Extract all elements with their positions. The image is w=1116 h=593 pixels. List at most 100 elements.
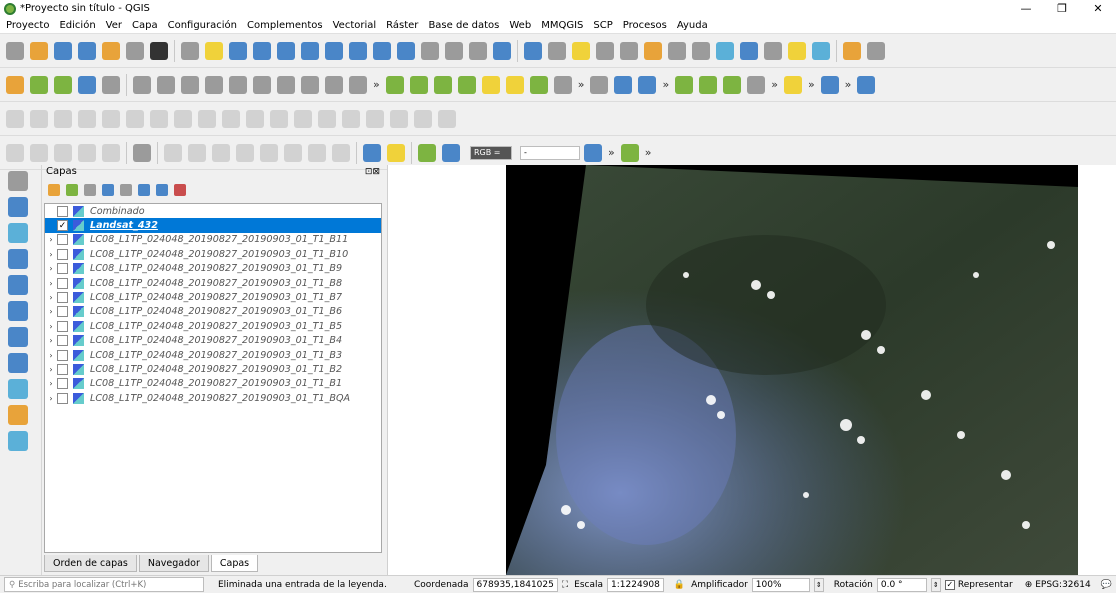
new-virtual-layer-icon[interactable] bbox=[102, 75, 120, 94]
layer-row[interactable]: Combinado bbox=[45, 204, 381, 218]
move-feature-icon[interactable] bbox=[54, 109, 72, 128]
toggle-editing-icon[interactable] bbox=[133, 75, 151, 94]
lock-scale-icon[interactable]: 🔒 bbox=[674, 580, 685, 590]
undo-icon[interactable] bbox=[349, 75, 367, 94]
mesh-merge-icon[interactable] bbox=[284, 143, 302, 162]
zoom-layer-icon[interactable] bbox=[349, 41, 367, 60]
filter-by-expression-icon[interactable] bbox=[120, 184, 132, 196]
save-project-icon[interactable] bbox=[54, 41, 72, 60]
minimize-button[interactable]: — bbox=[1008, 0, 1044, 17]
add-wcs-icon[interactable] bbox=[8, 327, 28, 347]
layer-row[interactable]: › LC08_L1TP_024048_20190827_20190903_01_T… bbox=[45, 262, 381, 276]
mesh-add-icon[interactable] bbox=[212, 143, 230, 162]
rotate-label-icon[interactable] bbox=[481, 75, 500, 94]
bookmark-icon[interactable] bbox=[469, 41, 487, 60]
map-tips-icon[interactable] bbox=[788, 41, 806, 60]
data-source-manager-icon[interactable] bbox=[6, 75, 24, 94]
layer-visibility-checkbox[interactable] bbox=[57, 349, 68, 361]
crs-label[interactable]: EPSG:32614 bbox=[1035, 580, 1090, 590]
vertex-tool-icon[interactable] bbox=[205, 75, 223, 94]
layer-visibility-checkbox[interactable] bbox=[57, 392, 68, 404]
shape-polygon-icon[interactable] bbox=[102, 143, 120, 162]
messages-icon[interactable]: 💬 bbox=[1101, 580, 1112, 590]
delete-part-icon[interactable] bbox=[222, 109, 240, 128]
menu-procesos[interactable]: Procesos bbox=[623, 20, 667, 31]
menu-complementos[interactable]: Complementos bbox=[247, 20, 323, 31]
more-chevron-icon[interactable]: » bbox=[808, 78, 815, 91]
cut-features-icon[interactable] bbox=[277, 75, 295, 94]
layer-row[interactable]: › LC08_L1TP_024048_20190827_20190903_01_T… bbox=[45, 290, 381, 304]
expand-arrow-icon[interactable]: › bbox=[45, 322, 57, 331]
layer-visibility-checkbox[interactable] bbox=[57, 234, 68, 246]
mesh-split-icon[interactable] bbox=[260, 143, 278, 162]
pin-labels-icon[interactable] bbox=[409, 75, 428, 94]
shape-circle-icon[interactable] bbox=[30, 143, 48, 162]
add-virtual-layer-icon[interactable] bbox=[8, 379, 28, 399]
save-edits-icon[interactable] bbox=[157, 75, 175, 94]
layout-manager-icon[interactable] bbox=[102, 41, 120, 60]
rotation-field[interactable]: 0.0 ° bbox=[876, 577, 927, 592]
mesh-delete-icon[interactable] bbox=[236, 143, 254, 162]
modify-attributes-icon[interactable] bbox=[229, 75, 247, 94]
expand-arrow-icon[interactable]: › bbox=[45, 279, 57, 288]
menu-ayuda[interactable]: Ayuda bbox=[677, 20, 708, 31]
add-part-icon[interactable] bbox=[150, 109, 168, 128]
add-mesh-icon[interactable] bbox=[8, 275, 28, 295]
band-set-combo[interactable]: RGB = bbox=[470, 145, 512, 160]
toggle-extents-icon[interactable]: ⛶ bbox=[562, 580, 568, 590]
zoom-native-icon[interactable] bbox=[277, 41, 295, 60]
style-manager-icon[interactable] bbox=[150, 41, 168, 60]
more-chevron-icon[interactable]: » bbox=[845, 78, 852, 91]
change-label-icon[interactable] bbox=[505, 75, 524, 94]
warning-icon[interactable] bbox=[783, 75, 802, 94]
menu-ver[interactable]: Ver bbox=[106, 20, 122, 31]
open-project-icon[interactable] bbox=[30, 41, 48, 60]
more-chevron-icon[interactable]: » bbox=[771, 78, 778, 91]
advanced-digitizing-icon[interactable] bbox=[6, 109, 24, 128]
expand-arrow-icon[interactable]: › bbox=[45, 336, 57, 345]
more-chevron-icon[interactable]: » bbox=[662, 78, 669, 91]
add-spatialite-icon[interactable] bbox=[8, 249, 28, 269]
add-vector-layer-icon[interactable] bbox=[8, 171, 28, 191]
scp-roi-icon[interactable] bbox=[699, 75, 718, 94]
zoom-out-icon[interactable] bbox=[253, 41, 271, 60]
add-raster-layer-icon[interactable] bbox=[8, 197, 28, 217]
shape-rectangle-icon[interactable] bbox=[78, 143, 96, 162]
layer-visibility-checkbox[interactable] bbox=[57, 292, 68, 304]
add-wms-icon[interactable] bbox=[8, 301, 28, 321]
locator-input[interactable] bbox=[18, 579, 189, 590]
help-icon[interactable] bbox=[857, 75, 876, 94]
layer-visibility-checkbox[interactable] bbox=[57, 335, 68, 347]
abc-label-icon[interactable] bbox=[590, 75, 609, 94]
scp-table-icon[interactable] bbox=[620, 143, 639, 162]
add-point-icon[interactable] bbox=[181, 75, 199, 94]
menu-capa[interactable]: Capa bbox=[132, 20, 158, 31]
close-button[interactable]: ✕ bbox=[1080, 0, 1116, 17]
action-icon[interactable] bbox=[548, 41, 566, 60]
new-3d-view-icon[interactable] bbox=[445, 41, 463, 60]
menu-mmqgis[interactable]: MMQGIS bbox=[541, 20, 583, 31]
mesh-edit-icon[interactable] bbox=[188, 143, 206, 162]
rotate-symbols-icon[interactable] bbox=[414, 109, 432, 128]
annotation-icon[interactable] bbox=[812, 41, 830, 60]
expand-arrow-icon[interactable]: › bbox=[45, 351, 57, 360]
python-console-icon[interactable] bbox=[867, 41, 885, 60]
layer-visibility-checkbox[interactable] bbox=[57, 248, 68, 260]
add-wfs-icon[interactable] bbox=[8, 353, 28, 373]
select-by-expression-icon[interactable] bbox=[644, 41, 662, 60]
expand-arrow-icon[interactable]: › bbox=[45, 235, 57, 244]
expand-all-icon[interactable] bbox=[138, 184, 150, 196]
zoom-selection-icon[interactable] bbox=[325, 41, 343, 60]
layer-row[interactable]: › LC08_L1TP_024048_20190827_20190903_01_T… bbox=[45, 233, 381, 247]
statistics-sum-icon[interactable] bbox=[740, 41, 758, 60]
deselect-icon[interactable] bbox=[620, 41, 638, 60]
layer-row[interactable]: › LC08_L1TP_024048_20190827_20190903_01_T… bbox=[45, 334, 381, 348]
layer-visibility-checkbox[interactable] bbox=[57, 277, 68, 289]
add-mssql-icon[interactable] bbox=[8, 431, 28, 451]
layer-row[interactable]: › LC08_L1TP_024048_20190827_20190903_01_T… bbox=[45, 319, 381, 333]
field-calculator-icon[interactable] bbox=[692, 41, 710, 60]
offset-point-icon[interactable] bbox=[438, 109, 456, 128]
zoom-full-icon[interactable] bbox=[301, 41, 319, 60]
delete-ring-icon[interactable] bbox=[198, 109, 216, 128]
mesh-transform-icon[interactable] bbox=[308, 143, 326, 162]
